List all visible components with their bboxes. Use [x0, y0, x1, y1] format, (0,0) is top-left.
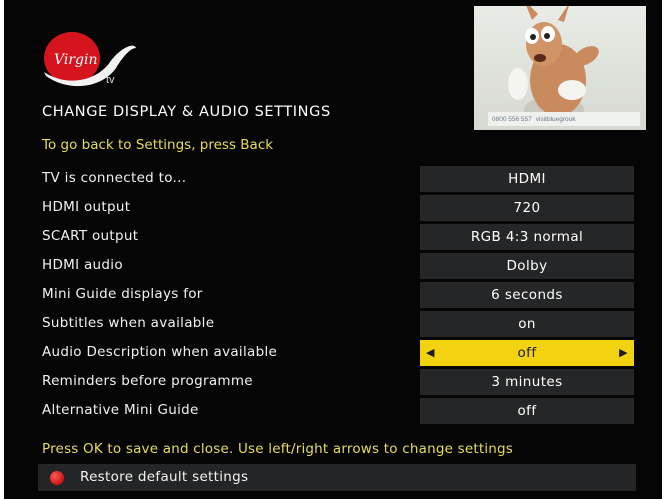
setting-value-selected[interactable]: ◀ off ▶ — [420, 340, 634, 366]
restore-defaults-button[interactable]: Restore default settings — [38, 464, 636, 491]
setting-row-scart-output[interactable]: SCART output RGB 4:3 normal — [42, 224, 638, 250]
restore-defaults-label: Restore default settings — [80, 469, 249, 485]
tv-preview-window: 0800 556 557 visitbluegrouk — [474, 6, 646, 130]
setting-row-mini-guide-duration[interactable]: Mini Guide displays for 6 seconds — [42, 282, 638, 308]
setting-value[interactable]: 6 seconds — [420, 282, 634, 308]
setting-value[interactable]: 3 minutes — [420, 369, 634, 395]
tv-wordmark: tv — [106, 74, 115, 86]
red-button-icon — [50, 471, 64, 485]
setting-label: Reminders before programme — [42, 373, 253, 389]
setting-label: Audio Description when available — [42, 344, 278, 360]
setting-row-alt-mini-guide[interactable]: Alternative Mini Guide off — [42, 398, 638, 424]
left-arrow-icon[interactable]: ◀ — [426, 346, 435, 359]
setting-row-tv-connected[interactable]: TV is connected to... HDMI — [42, 166, 638, 192]
setting-label: SCART output — [42, 228, 139, 244]
right-arrow-icon[interactable]: ▶ — [619, 346, 628, 359]
preview-phone: 0800 556 557 — [492, 115, 532, 123]
setting-label: TV is connected to... — [42, 170, 187, 186]
svg-text:Virgin: Virgin — [54, 52, 98, 68]
setting-value[interactable]: RGB 4:3 normal — [420, 224, 634, 250]
setting-row-reminders[interactable]: Reminders before programme 3 minutes — [42, 369, 638, 395]
setting-row-hdmi-output[interactable]: HDMI output 720 — [42, 195, 638, 221]
virgin-tv-logo: Virgin tv — [38, 18, 138, 98]
footer-hint: Press OK to save and close. Use left/rig… — [42, 441, 514, 457]
page-title: CHANGE DISPLAY & AUDIO SETTINGS — [42, 104, 331, 120]
setting-value[interactable]: Dolby — [420, 253, 634, 279]
setting-value[interactable]: HDMI — [420, 166, 634, 192]
setting-row-subtitles[interactable]: Subtitles when available on — [42, 311, 638, 337]
back-hint: To go back to Settings, press Back — [42, 137, 274, 153]
preview-caption-strip: 0800 556 557 visitbluegrouk — [488, 112, 640, 126]
setting-value[interactable]: off — [420, 398, 634, 424]
settings-screen: Virgin tv 0800 556 557 visitbluegrouk CH… — [4, 0, 662, 499]
setting-label: HDMI output — [42, 199, 131, 215]
preview-site: visitbluegrouk — [535, 115, 576, 123]
setting-label: Alternative Mini Guide — [42, 402, 199, 418]
setting-value[interactable]: on — [420, 311, 634, 337]
setting-row-hdmi-audio[interactable]: HDMI audio Dolby — [42, 253, 638, 279]
setting-label: HDMI audio — [42, 257, 123, 273]
setting-label: Subtitles when available — [42, 315, 215, 331]
setting-label: Mini Guide displays for — [42, 286, 203, 302]
setting-value[interactable]: 720 — [420, 195, 634, 221]
setting-row-audio-description[interactable]: Audio Description when available ◀ off ▶ — [42, 340, 638, 366]
